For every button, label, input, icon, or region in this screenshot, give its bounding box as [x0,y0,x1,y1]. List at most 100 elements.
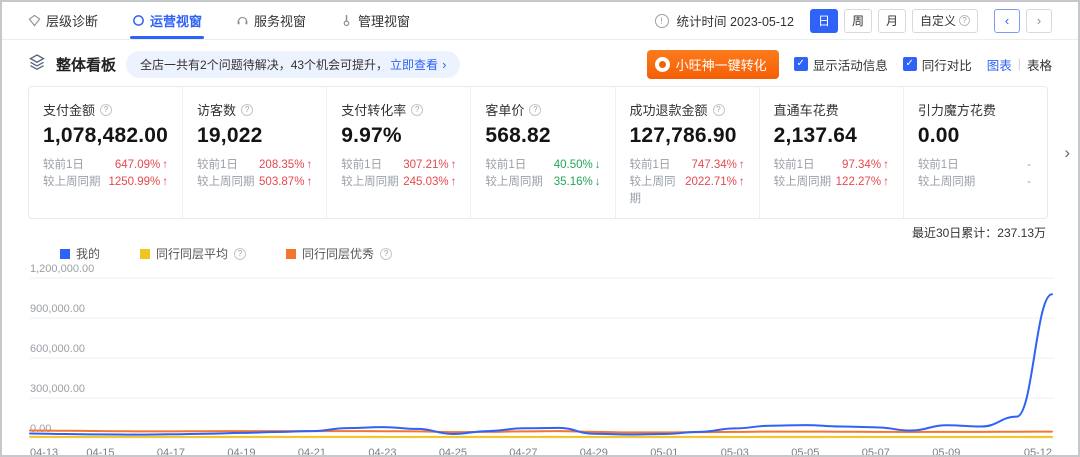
delta-vs-prev-day: 647.09%↑ [115,157,168,174]
delta-vs-prev-day: 208.35%↑ [259,157,312,174]
help-icon[interactable]: ? [234,248,246,260]
period-day-button[interactable]: 日 [810,9,838,33]
tab-service-view[interactable]: 服务视窗 [236,2,306,39]
help-icon[interactable]: ? [100,104,112,116]
svg-text:300,000.00: 300,000.00 [30,383,85,395]
tab-label: 层级诊断 [46,11,98,30]
metric-card-payment-amount[interactable]: 支付金额? 1,078,482.00 较前1日647.09%↑ 较上周同期125… [29,87,183,218]
last-30d-summary: 最近30日累计：237.13万 [2,219,1078,241]
svg-text:04-15: 04-15 [86,447,114,457]
svg-text:1,200,000.00: 1,200,000.00 [30,264,94,275]
help-icon[interactable]: ? [529,104,541,116]
metric-value: 1,078,482.00 [43,124,168,148]
target-circle-icon [132,14,145,27]
svg-text:04-21: 04-21 [298,447,326,457]
tab-label: 服务视窗 [254,11,306,30]
wangshen-convert-button[interactable]: 小旺神一键转化 [647,50,779,79]
arrow-icon: ↓ [595,176,601,188]
svg-text:04-19: 04-19 [227,447,255,457]
cards-scroll-right-button[interactable]: › [1064,143,1070,163]
svg-text:05-07: 05-07 [862,447,890,457]
tab-level-diagnosis[interactable]: 层级诊断 [28,2,98,39]
metric-cards-wrap: 支付金额? 1,078,482.00 较前1日647.09%↑ 较上周同期125… [28,86,1048,219]
arrow-icon: ↑ [739,176,745,188]
date-next-button[interactable]: › [1026,9,1052,33]
diamond-icon [28,14,41,27]
chevron-right-icon: › [442,57,446,72]
arrow-icon: ↑ [883,159,889,171]
period-month-button[interactable]: 月 [878,9,906,33]
notice-text: 全店一共有2个问题待解决，43个机会可提升， [140,56,388,73]
metric-cards: 支付金额? 1,078,482.00 较前1日647.09%↑ 较上周同期125… [28,86,1048,219]
svg-text:05-03: 05-03 [721,447,749,457]
delta-vs-prev-day: 97.34%↑ [842,157,889,174]
legend-item-peer-average[interactable]: 同行同层平均 ? [140,245,246,262]
delta-vs-last-week: - [1027,174,1033,191]
legend-item-peer-excellent[interactable]: 同行同层优秀 ? [286,245,392,262]
metric-card-conversion-rate[interactable]: 支付转化率? 9.97% 较前1日307.21%↑ 较上周同期245.03%↑ [327,87,471,218]
chevron-right-icon: › [1037,13,1041,28]
delta-vs-prev-day: 307.21%↑ [403,157,456,174]
period-custom-button[interactable]: 自定义 ? [912,9,978,33]
stat-time-label: 统计时间 2023-05-12 [677,11,794,30]
topbar-controls: ! 统计时间 2023-05-12 日 周 月 自定义 ? ‹ › [655,2,1052,39]
metric-card-ylmf-spend[interactable]: 引力魔方花费 0.00 较前1日- 较上周同期- [904,87,1047,218]
delta-vs-prev-day: 747.34%↑ [692,157,745,174]
arrow-icon: ↑ [162,159,168,171]
view-tabs: 层级诊断 运营视窗 服务视窗 管理视窗 [28,2,410,39]
svg-text:900,000.00: 900,000.00 [30,303,85,315]
metric-card-ztc-spend[interactable]: 直通车花费 2,137.64 较前1日97.34%↑ 较上周同期122.27%↑ [760,87,904,218]
metric-card-avg-order-value[interactable]: 客单价? 568.82 较前1日40.50%↓ 较上周同期35.16%↓ [471,87,615,218]
delta-vs-prev-day: 40.50%↓ [554,157,601,174]
trend-chart-area: 0.00300,000.00600,000.00900,000.001,200,… [2,262,1078,457]
checkbox-checked-icon: ✓ [794,57,808,71]
metric-value: 568.82 [485,124,600,148]
headset-icon [236,14,249,27]
legend-swatch [140,249,150,259]
notice-view-now-link[interactable]: 立即查看 [390,56,438,73]
svg-text:600,000.00: 600,000.00 [30,343,85,355]
delta-vs-prev-day: - [1027,157,1033,174]
help-icon[interactable]: ? [411,104,423,116]
period-week-button[interactable]: 周 [844,9,872,33]
trend-line-chart: 0.00300,000.00600,000.00900,000.001,200,… [28,264,1052,457]
metric-value: 2,137.64 [774,124,889,148]
metric-value: 127,786.90 [630,124,745,148]
thermometer-icon [340,14,353,27]
svg-text:04-29: 04-29 [580,447,608,457]
tab-operation-view[interactable]: 运营视窗 [132,2,202,39]
delta-vs-last-week: 2022.71%↑ [685,174,745,208]
chevron-left-icon: ‹ [1005,13,1009,28]
checkbox-peer-compare[interactable]: ✓ 同行对比 [903,55,972,74]
chevron-right-icon: › [1064,143,1070,162]
help-icon[interactable]: ? [713,104,725,116]
metric-card-visitors[interactable]: 访客数? 19,022 较前1日208.35%↑ 较上周同期503.87%↑ [183,87,327,218]
svg-text:04-25: 04-25 [439,447,467,457]
delta-vs-last-week: 245.03%↑ [403,174,456,191]
svg-text:05-05: 05-05 [791,447,819,457]
wangshen-icon [655,57,670,72]
stat-time-info-icon: ! [655,14,669,28]
help-icon[interactable]: ? [380,248,392,260]
metric-card-refund-amount[interactable]: 成功退款金额? 127,786.90 较前1日747.34%↑ 较上周同期202… [616,87,760,218]
delta-vs-last-week: 1250.99%↑ [108,174,168,191]
arrow-icon: ↑ [162,176,168,188]
view-table-link[interactable]: 表格 [1027,55,1052,74]
notice-banner: 全店一共有2个问题待解决，43个机会可提升， 立即查看 › [126,51,460,78]
metric-value: 9.97% [341,124,456,148]
help-icon[interactable]: ? [241,104,253,116]
tab-management-view[interactable]: 管理视窗 [340,2,410,39]
arrow-icon: ↑ [883,176,889,188]
arrow-icon: ↑ [306,159,312,171]
date-prev-button[interactable]: ‹ [994,9,1020,33]
checkbox-show-activity[interactable]: ✓ 显示活动信息 [794,55,888,74]
legend-item-mine[interactable]: 我的 [60,245,100,262]
delta-vs-last-week: 35.16%↓ [554,174,601,191]
svg-text:04-13: 04-13 [30,447,58,457]
arrow-icon: ↑ [739,159,745,171]
view-chart-link[interactable]: 图表 [987,55,1012,74]
svg-text:05-09: 05-09 [932,447,960,457]
svg-text:04-27: 04-27 [509,447,537,457]
arrow-icon: ↑ [451,176,457,188]
metric-value: 0.00 [918,124,1033,148]
